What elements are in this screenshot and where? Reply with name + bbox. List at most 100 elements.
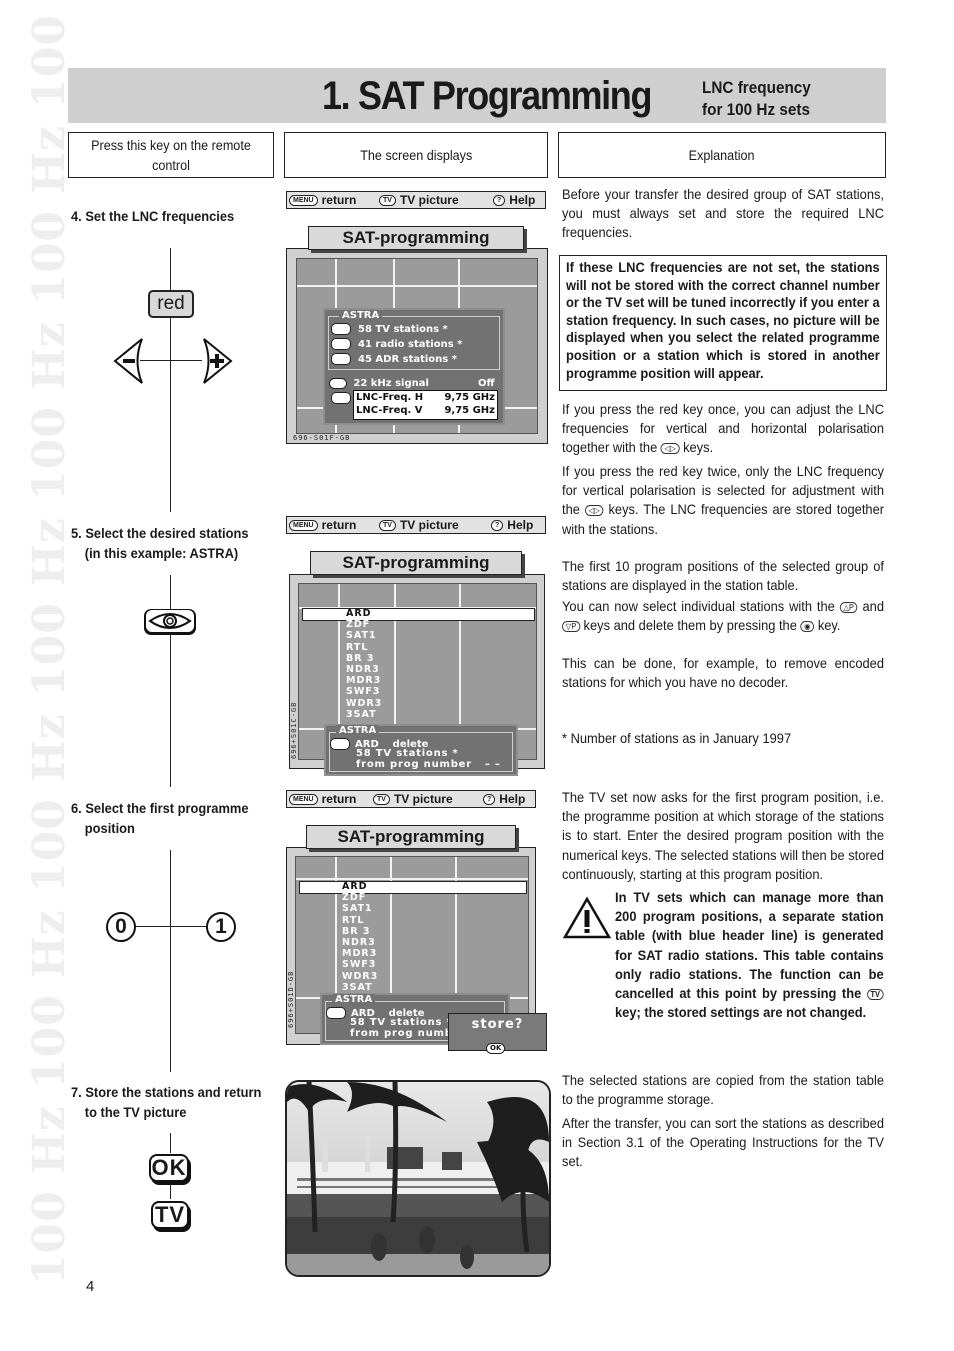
menu-key-icon: MENU [289,194,318,206]
station-list-item[interactable]: ZDF [346,619,382,630]
tv-stations-label: 58 TV stations * [350,1017,453,1028]
column-header-key-label: Press this key on the remote control [91,137,251,173]
tv-stations-label: 58 TV stations * [356,748,459,759]
menu-help[interactable]: ? Help [483,792,525,806]
menu-tv-picture[interactable]: TV TV picture [379,518,459,532]
explanation-station-table: The first 10 program positions of the se… [562,558,884,594]
tv-picture-image [287,1082,549,1275]
connector-line [130,926,210,927]
lnc-frequency-box[interactable]: LNC-Freq. H 9,75 GHz LNC-Freq. V 9,75 GH… [353,390,498,420]
tv-key[interactable]: TV [151,1201,189,1229]
explanation-red-once: If you press the red key once, you can a… [562,400,884,458]
column-header-explanation-label: Explanation [689,147,755,163]
left-right-arrow-keys-icon: ◁▷ [660,443,680,455]
astra-group-label: ASTRA [336,725,380,736]
lnc-v-value: 9,75 GHz [444,405,495,416]
sat-programming-banner: SAT-programming [310,551,522,575]
selected-station-bar[interactable] [302,608,535,621]
station-list-item[interactable]: SAT1 [342,903,378,914]
step-4-label: 4. Set the LNC frequencies [71,208,235,224]
station-list-item[interactable]: NDR3 [346,664,382,675]
step-6-line-2: position [84,820,135,836]
tv-key-icon: TV [379,519,396,531]
ok-key-icon: OK [486,1043,506,1054]
lnc-h-value: 9,75 GHz [444,392,495,403]
digit-1-key-label: 1 [215,915,227,938]
red-key-label: red [157,293,185,314]
grid-line [297,285,537,287]
ok-confirm-button[interactable]: OK [486,1035,509,1054]
station-list-item[interactable]: MDR3 [346,675,382,686]
sat-programming-banner: SAT-programming [306,825,516,849]
banner-label: SAT-programming [342,228,490,247]
menu-return[interactable]: MENU return [289,518,356,532]
explanation-select-text: You can now select individual stations w… [562,598,835,614]
warning-radio-table-text: In TV sets which can manage more than 20… [615,889,884,1002]
eye-key-icon [330,738,350,750]
eye-key-icon[interactable] [142,607,200,639]
minus-key-icon[interactable] [113,337,145,385]
page-subtitle: LNC frequency for 100 Hz sets [702,77,811,121]
store-prompt-dialog: store? OK [448,1013,547,1054]
menu-return[interactable]: MENU return [289,193,356,207]
red-key[interactable]: red [148,290,194,318]
menu-help[interactable]: ? Help [491,518,533,532]
selected-station-bar[interactable] [299,881,527,894]
lnc-v-label: LNC-Freq. V [356,405,423,416]
station-list-item[interactable]: BR 3 [342,926,378,937]
tv-screen-1: ASTRA 58 TV stations * 41 radio stations… [286,248,548,444]
eye-key-icon [326,1007,346,1019]
station-list-item[interactable]: RTL [346,642,382,653]
tv-stations-row: 58 TV stations * [331,323,448,335]
connector-line [140,360,202,361]
explanation-and: and [862,598,885,614]
figure-code: 696-S01F-GB [293,434,351,442]
station-list-item[interactable]: BR 3 [346,653,382,664]
station-list-item[interactable]: MDR3 [342,948,378,959]
explanation-copy: The selected stations are copied from th… [562,1072,884,1108]
menu-help[interactable]: ? Help [493,193,535,207]
station-list-item[interactable]: 3SAT [346,709,382,720]
plus-key-icon[interactable] [201,337,233,385]
connector-line [170,248,171,512]
digit-0-key[interactable]: 0 [106,912,136,942]
column-header-screen-label: The screen displays [359,147,473,163]
station-list-item[interactable]: RTL [342,915,378,926]
step-5-label: 5. Select the desired stations (in this … [71,523,249,563]
step-5-line-1: 5. Select the desired stations [71,525,249,541]
station-list-item[interactable]: NDR3 [342,937,378,948]
menu-tv-picture-label: TV picture [393,792,453,806]
subtitle-line-1: LNC frequency [702,78,811,97]
station-list-item[interactable]: WDR3 [346,698,382,709]
menu-help-label: Help [509,193,536,207]
footnote: * Number of stations as in January 1997 [562,730,792,746]
ok-key[interactable]: OK [149,1154,189,1182]
station-list-item[interactable]: ZDF [342,892,378,903]
menu-return[interactable]: MENU return [289,792,356,806]
explanation-select-delete: You can now select individual stations w… [562,597,884,635]
station-list-item[interactable]: 3SAT [342,982,378,993]
explanation-key: key. [817,617,841,634]
station-list-item[interactable]: SAT1 [346,630,382,641]
connector-line [170,1183,171,1199]
station-list-item[interactable]: ARD [342,881,378,892]
station-list-item[interactable]: SWF3 [342,959,378,970]
prog-number-field[interactable]: from prog number – – [356,759,501,770]
warning-triangle-icon [562,896,612,939]
menu-key-icon: MENU [289,793,318,805]
menu-tv-picture[interactable]: TV TV picture [379,193,459,207]
digit-1-key[interactable]: 1 [206,912,236,942]
station-list-item[interactable]: ARD [346,608,382,619]
lnc-h-label: LNC-Freq. H [356,392,424,403]
banner-label: SAT-programming [342,553,490,572]
adr-key-icon [331,353,351,365]
tv-key-icon: TV [373,793,390,805]
menu-tv-picture[interactable]: TV TV picture [373,792,453,806]
explanation-red-twice-end: keys. The LNC frequencies are stored tog… [562,501,885,537]
help-key-icon: ? [493,194,506,206]
station-list-item[interactable]: SWF3 [346,686,382,697]
station-list-item[interactable]: WDR3 [342,971,378,982]
station-list: ARD ZDF SAT1 RTL BR 3 NDR3 MDR3 SWF3 WDR3 3SAT [342,881,378,993]
warning-box-text: If these LNC frequencies are not set, th… [566,259,880,381]
figure-code: 696+S01D-GB [287,970,295,1028]
